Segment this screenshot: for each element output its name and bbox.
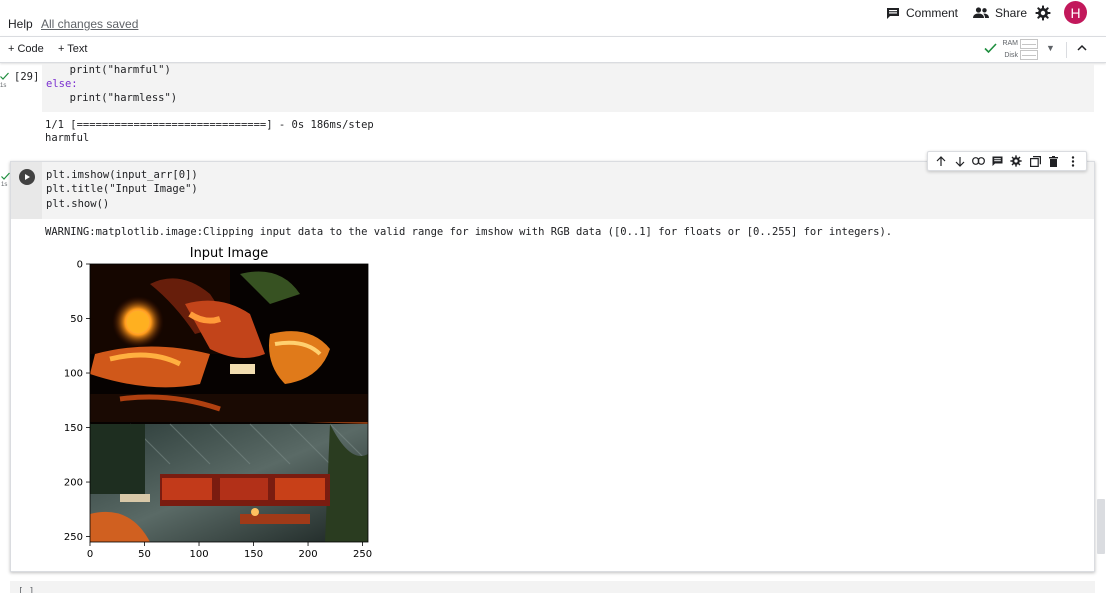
x-tick-label: 50	[138, 549, 151, 560]
toolbar-divider	[1066, 42, 1067, 58]
output-warning-line: WARNING:matplotlib.image:Clipping input …	[45, 226, 893, 238]
cell-exec-time: 1s	[1, 182, 8, 188]
cell-exec-count: [ ]	[18, 587, 35, 593]
more-vert-icon[interactable]	[1066, 154, 1080, 168]
save-status-link[interactable]: All changes saved	[41, 17, 138, 31]
comment-icon[interactable]	[991, 154, 1005, 168]
link-icon[interactable]	[972, 154, 986, 168]
x-tick-label: 100	[189, 549, 208, 560]
x-tick-label: 0	[87, 549, 93, 560]
cell-toolbar	[927, 151, 1087, 171]
cell-success-check-icon	[1, 172, 10, 180]
mirror-cell-icon[interactable]	[1028, 154, 1042, 168]
notebook-toolbar: + Code + Text RAM Disk ▼	[0, 36, 1106, 63]
cell-gutter	[11, 162, 42, 219]
move-up-icon[interactable]	[934, 154, 948, 168]
share-button[interactable]: Share	[973, 4, 1027, 22]
account-avatar[interactable]: H	[1064, 1, 1087, 24]
chevron-up-icon[interactable]	[1076, 42, 1088, 54]
cell-exec-count: [29]	[14, 71, 40, 83]
code-line: else:	[46, 78, 78, 90]
x-axis: 0 50 100 150 200 250	[87, 542, 372, 560]
code-line: print("harmful")	[57, 64, 171, 76]
comment-button[interactable]: Comment	[886, 4, 958, 22]
x-tick-label: 200	[298, 549, 317, 560]
cell-exec-time: 1s	[0, 83, 7, 89]
add-code-button[interactable]: + Code	[8, 43, 44, 55]
move-down-icon[interactable]	[953, 154, 967, 168]
comment-icon	[887, 7, 899, 19]
ram-label: RAM	[1002, 40, 1018, 47]
settings-button[interactable]	[1035, 4, 1057, 22]
y-tick-label: 50	[70, 314, 83, 325]
cell-success-check-icon	[0, 72, 9, 80]
code-line: plt.show()	[46, 198, 110, 210]
gear-icon	[1035, 5, 1051, 21]
output-progress-line: 1/1 [==============================] - 0…	[45, 119, 374, 131]
comment-label: Comment	[906, 6, 959, 20]
ram-usage-bar[interactable]	[1020, 39, 1038, 49]
share-label: Share	[995, 6, 1028, 20]
code-cell-selected[interactable]: 1s plt.imshow(input_arr[0]) plt.title("I…	[1, 151, 1095, 572]
next-code-cell[interactable]: [ ]	[10, 581, 1095, 593]
matplotlib-figure: Input Image 050100150200250 0 50 100 150…	[64, 246, 372, 560]
plot-image	[90, 264, 368, 542]
menu-help[interactable]: Help	[8, 17, 33, 31]
y-tick-label: 200	[64, 478, 83, 489]
scrollbar-thumb[interactable]	[1097, 499, 1105, 554]
y-tick-label: 150	[64, 423, 83, 434]
run-cell-button[interactable]	[19, 169, 35, 185]
disk-usage-bar[interactable]	[1020, 50, 1038, 60]
delete-icon[interactable]	[1047, 154, 1061, 168]
add-text-button[interactable]: + Text	[58, 43, 87, 55]
disk-label: Disk	[1004, 52, 1018, 59]
y-axis: 0 50 100 150 200 250	[64, 260, 90, 543]
code-line: print("harmless")	[57, 92, 178, 104]
y-tick-label: 250	[64, 532, 83, 543]
y-tick-label: 100	[64, 369, 83, 380]
x-tick-label: 150	[244, 549, 263, 560]
play-icon	[25, 174, 30, 180]
y-tick-label: 0	[77, 260, 83, 271]
gear-icon[interactable]	[1009, 154, 1023, 168]
people-icon	[973, 7, 989, 18]
top-header: Help All changes saved Comment Share H	[0, 0, 1106, 36]
chevron-down-icon[interactable]: ▼	[1046, 43, 1055, 53]
code-line: plt.imshow(input_arr[0])	[46, 169, 198, 181]
code-editor[interactable]: print("harmful") else: print("harmless")	[42, 64, 1094, 112]
code-line: plt.title("Input Image")	[46, 183, 198, 195]
connected-check-icon	[984, 43, 997, 54]
x-tick-label: 250	[353, 549, 372, 560]
plot-title: Input Image	[190, 246, 269, 261]
output-result-line: harmful	[45, 132, 90, 144]
